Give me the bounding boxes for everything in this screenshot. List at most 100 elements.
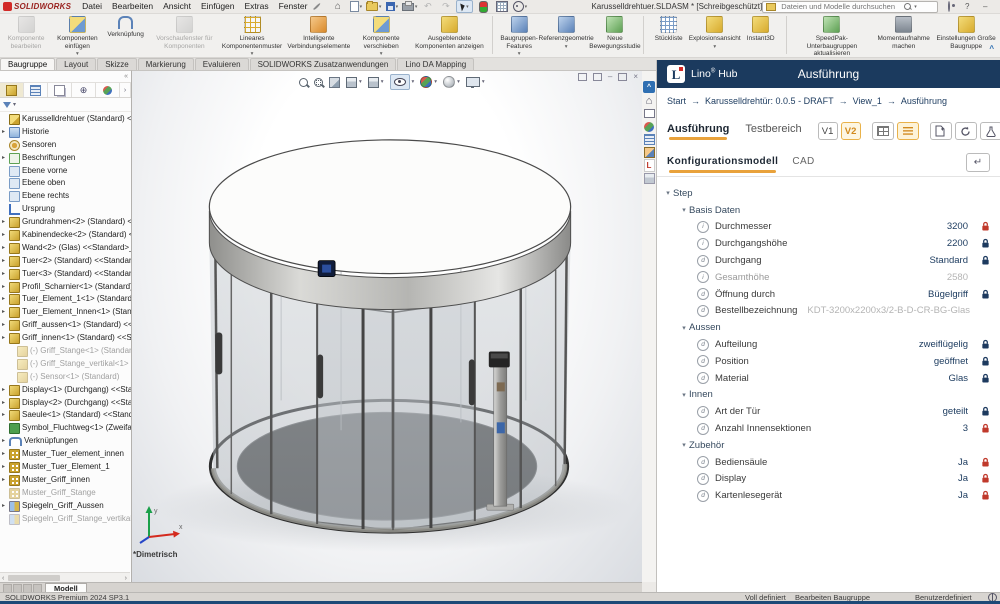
tree-item[interactable]: ▸Profil_Scharnier<1> (Standard) <<St — [2, 281, 131, 294]
tab-testbereich[interactable]: Testbereich — [745, 123, 801, 140]
config-row-art-der-tuer[interactable]: d Art der Tür geteilt — [657, 403, 1000, 420]
expand-arrow[interactable]: ▸ — [2, 448, 9, 461]
config-row-material[interactable]: d Material Glas — [657, 370, 1000, 387]
config-group-basis-daten[interactable]: ▾Basis Daten — [657, 202, 1000, 219]
tree-item[interactable]: ▸Muster_Griff_innen — [2, 474, 131, 487]
config-group-innen[interactable]: ▾Innen — [657, 387, 1000, 404]
list-view-button[interactable] — [897, 122, 919, 140]
custom-properties-icon[interactable] — [644, 134, 655, 145]
task-pane-expand-icon[interactable]: ^ — [643, 81, 655, 93]
subtab-konfigurationsmodell[interactable]: Konfigurationsmodell — [667, 156, 778, 173]
menu-ansicht[interactable]: Ansicht — [158, 0, 196, 13]
expand-arrow[interactable]: ▸ — [2, 306, 9, 319]
tree-item[interactable]: ▸Grundrahmen<2> (Standard) <<Sta — [2, 216, 131, 229]
help-icon[interactable]: ? — [960, 2, 974, 11]
v2-button[interactable]: V2 — [841, 122, 861, 140]
tree-item[interactable]: ▸Saeule<1> (Standard) <<Standard>_ — [2, 409, 131, 422]
search-dropdown-icon[interactable]: ▾ — [914, 4, 917, 10]
instant3d-button[interactable]: Instant3D — [738, 14, 784, 43]
expand-arrow[interactable]: ▸ — [2, 152, 9, 165]
tree-item[interactable]: Symbol_Fluchtweg<1> (Zweifach_Fl — [2, 422, 131, 435]
lock-icon[interactable] — [968, 490, 1000, 501]
tab-property-manager[interactable] — [24, 83, 48, 97]
lock-icon[interactable] — [968, 255, 1000, 266]
tree-item[interactable]: ▸Tuer_Element_1<1> (Standard) <<St — [2, 293, 131, 306]
expand-arrow[interactable]: ▸ — [2, 242, 9, 255]
breadcrumb-project[interactable]: Karusselldrehtür: 0.0.5 - DRAFT — [705, 96, 834, 106]
tree-item[interactable]: ▸Kabinendecke<2> (Standard) <<Sta — [2, 229, 131, 242]
design-library-icon[interactable] — [644, 108, 655, 119]
config-row-display[interactable]: d Display Ja — [657, 471, 1000, 488]
config-row-aufteilung[interactable]: d Aufteilung zweiflügelig — [657, 336, 1000, 353]
tree-root[interactable]: Karusselldrehtuer (Standard) <Anzeigest — [2, 113, 131, 126]
appearance-sphere-icon[interactable]: ▾ — [420, 76, 437, 88]
lock-icon[interactable] — [968, 289, 1000, 300]
tab-ausfuehrung[interactable]: Ausführung — [667, 123, 729, 140]
table-view-button[interactable] — [872, 122, 894, 140]
lock-icon[interactable] — [968, 473, 1000, 484]
test-flask-button[interactable] — [980, 122, 1000, 140]
tree-filter[interactable]: ▾ — [0, 98, 131, 112]
speedpak-button[interactable]: SpeedPak-Unterbaugruppen aktualisieren — [789, 14, 875, 58]
appearances-icon[interactable] — [644, 121, 655, 132]
menu-einfuegen[interactable]: Einfügen — [196, 0, 240, 13]
motion-study-button[interactable]: Neue Bewegungsstudie — [589, 14, 641, 50]
new-document-icon[interactable]: ▾ — [348, 1, 363, 12]
scroll-left-arrow[interactable]: ‹ — [2, 575, 4, 582]
expand-arrow[interactable]: ▸ — [2, 409, 9, 422]
search-box[interactable]: ▾ — [762, 1, 938, 13]
config-group-aussen[interactable]: ▾Aussen — [657, 319, 1000, 336]
options-gear-icon[interactable]: ▾ — [512, 1, 527, 12]
exploded-view-button[interactable]: Explosionsansicht ▾ — [692, 14, 738, 50]
search-icon[interactable] — [904, 3, 911, 10]
rebuild-icon[interactable] — [476, 1, 491, 12]
tree-item[interactable]: ▸Griff_aussen<1> (Standard) <<Stan — [2, 319, 131, 332]
mate-button[interactable]: Verknüpfung — [103, 14, 149, 39]
breadcrumb-start[interactable]: Start — [667, 96, 686, 106]
menu-fenster[interactable]: Fenster — [274, 0, 313, 13]
expand-arrow[interactable]: ▸ — [2, 216, 9, 229]
expand-arrow[interactable]: ▸ — [2, 255, 9, 268]
expand-arrow[interactable]: ▸ — [2, 281, 9, 294]
reference-geometry-button[interactable]: Referenzgeometrie ▾ — [543, 14, 589, 50]
tree-item[interactable]: Sensoren — [2, 139, 131, 152]
tab-dimxpert[interactable]: ⊕ — [72, 83, 96, 97]
tree-item[interactable]: Ebene oben — [2, 177, 131, 190]
expand-arrow[interactable]: ▸ — [2, 435, 9, 448]
expand-arrow[interactable]: ▸ — [2, 474, 9, 487]
tree-item[interactable]: ▸Tuer<3> (Standard) <<Standard>_A — [2, 268, 131, 281]
bom-button[interactable]: Stückliste — [646, 14, 692, 43]
tree-item-suppressed[interactable]: Muster_Griff_Stange — [2, 487, 131, 500]
expand-arrow[interactable]: ▸ — [2, 500, 9, 513]
tree-item[interactable]: ▸Tuer_Element_Innen<1> (Standard) — [2, 306, 131, 319]
save-icon[interactable]: ▾ — [384, 1, 399, 12]
lock-icon[interactable] — [968, 423, 1000, 434]
assembly-features-button[interactable]: Baugruppen-Features ▾ — [495, 14, 543, 57]
tabs-overflow-arrow[interactable]: › — [120, 83, 131, 97]
tree-item[interactable]: ▸Verknüpfungen — [2, 435, 131, 448]
search-input[interactable] — [779, 1, 901, 12]
lino-addin-icon[interactable]: L — [644, 160, 655, 171]
section-view-icon[interactable] — [329, 77, 340, 88]
tree-item[interactable]: ▸Historie — [2, 126, 131, 139]
tree-item-suppressed[interactable]: (-) Griff_Stange<1> (Standard) — [2, 345, 131, 358]
print-icon[interactable]: ▾ — [402, 1, 417, 12]
minimize-icon[interactable]: – — [978, 2, 992, 11]
smart-fasteners-button[interactable]: Intelligente Verbindungselemente — [284, 14, 354, 50]
expand-arrow[interactable]: ▸ — [2, 461, 9, 474]
pin-menu-icon[interactable] — [314, 3, 322, 11]
forum-icon[interactable] — [644, 173, 655, 184]
config-row-bestellbezeichnung[interactable]: d Bestellbezeichnung KDT-3200x2200x3/2-B… — [657, 303, 1000, 320]
lock-icon[interactable] — [968, 373, 1000, 384]
zoom-area-icon[interactable] — [314, 78, 323, 87]
config-group-step[interactable]: ▾Step — [657, 185, 1000, 202]
tree-item[interactable]: ▸Griff_innen<1> (Standard) <<Stand — [2, 332, 131, 345]
config-row-durchgang[interactable]: d Durchgang Standard — [657, 252, 1000, 269]
home-icon[interactable]: ⌂ — [330, 1, 345, 12]
breadcrumb-view[interactable]: View_1 — [853, 96, 882, 106]
config-row-durchgangshoehe[interactable]: i Durchgangshöhe 2200 — [657, 235, 1000, 252]
doc-window-icon[interactable] — [593, 73, 602, 81]
refresh-button[interactable] — [955, 122, 977, 140]
zoom-fit-icon[interactable] — [299, 78, 308, 87]
resources-home-icon[interactable]: ⌂ — [644, 95, 655, 106]
